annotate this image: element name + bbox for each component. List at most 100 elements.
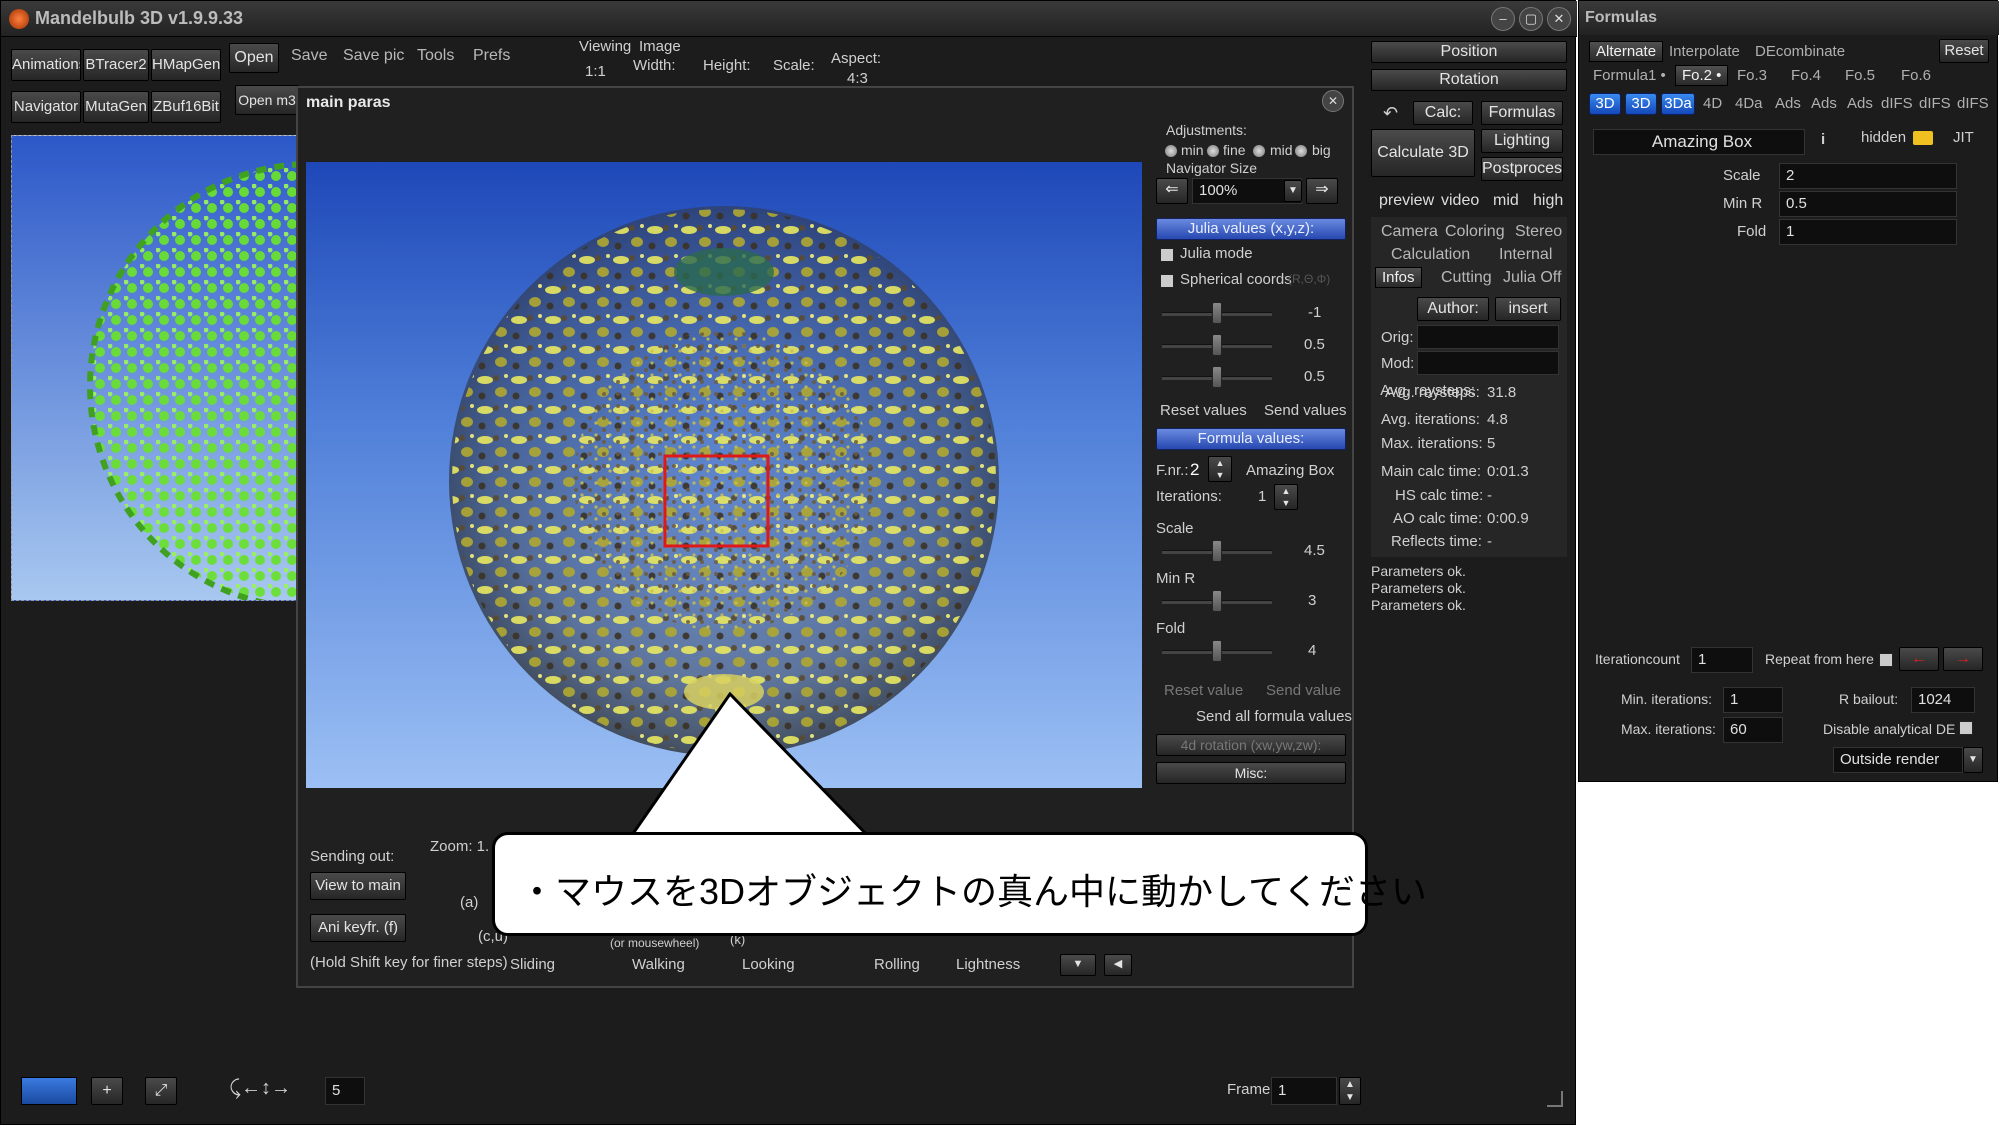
reset-value-button[interactable]: Reset value xyxy=(1164,682,1243,699)
nav-size-left-button[interactable]: ⇐ xyxy=(1156,178,1188,204)
undo-icon[interactable]: ↶ xyxy=(1383,103,1398,124)
type-difs2-button[interactable]: dIFS xyxy=(1919,95,1951,112)
chevron-down-icon[interactable]: ▼ xyxy=(1284,180,1302,202)
folder-icon[interactable] xyxy=(1913,131,1933,145)
arrow-left-icon[interactable]: ← xyxy=(1899,647,1939,671)
julia-values-header[interactable]: Julia values (x,y,z): xyxy=(1156,218,1346,240)
btracer2-button[interactable]: BTracer2 xyxy=(83,49,149,81)
select-zoom-tool-button[interactable] xyxy=(21,1077,77,1105)
main-viewport[interactable] xyxy=(11,135,299,601)
view-to-main-button[interactable]: View to main xyxy=(310,872,406,900)
param-minr-slider[interactable] xyxy=(1212,590,1222,612)
type-ads3-button[interactable]: Ads xyxy=(1847,95,1873,112)
julia-x-slider[interactable] xyxy=(1212,302,1222,324)
formulas-reset-button[interactable]: Reset xyxy=(1939,39,1989,63)
mode-walking[interactable]: Walking xyxy=(632,956,685,973)
quality-high[interactable]: high xyxy=(1533,192,1563,210)
tab-fo4[interactable]: Fo.4 xyxy=(1791,67,1821,84)
animations-button[interactable]: Animations xyxy=(11,49,81,81)
adj-min-radio[interactable] xyxy=(1164,144,1178,158)
quality-mid[interactable]: mid xyxy=(1493,192,1519,210)
resize-grip-icon[interactable] xyxy=(1547,1091,1563,1107)
type-3d-button[interactable]: 3D xyxy=(1589,93,1621,115)
navigator-button[interactable]: Navigator xyxy=(11,91,81,123)
send-all-button[interactable]: Send all formula values xyxy=(1196,708,1352,725)
calc-button[interactable]: Calc: xyxy=(1413,101,1473,125)
send-values-button[interactable]: Send values xyxy=(1264,402,1347,419)
ani-keyfr-button[interactable]: Ani keyfr. (f) xyxy=(310,914,406,942)
type-ads-button[interactable]: Ads xyxy=(1775,95,1801,112)
lighting-button[interactable]: Lighting xyxy=(1481,129,1563,153)
julia-mode-checkbox[interactable] xyxy=(1160,248,1174,262)
type-3da-button[interactable]: 3Da xyxy=(1661,93,1695,115)
fw-param-scale-field[interactable]: 2 xyxy=(1779,163,1957,189)
tab-internal[interactable]: Internal xyxy=(1499,246,1552,264)
prefs-menu[interactable]: Prefs xyxy=(473,47,510,65)
dialog-close-button[interactable]: ✕ xyxy=(1322,90,1344,112)
rotation-4d-header[interactable]: 4d rotation (xw,yw,zw): xyxy=(1156,734,1346,756)
reset-values-button[interactable]: Reset values xyxy=(1160,402,1247,419)
max-iterations-field[interactable]: 60 xyxy=(1723,717,1783,743)
tab-cutting[interactable]: Cutting xyxy=(1441,269,1492,287)
rotation-button[interactable]: Rotation xyxy=(1371,69,1567,91)
calculate-3d-button[interactable]: Calculate 3D xyxy=(1371,129,1475,177)
mode-looking[interactable]: Looking xyxy=(742,956,795,973)
hidden-label[interactable]: hidden xyxy=(1861,129,1906,146)
type-4d-button[interactable]: 4D xyxy=(1703,95,1722,112)
outside-render-chevron-down-icon[interactable]: ▼ xyxy=(1963,747,1983,773)
tab-julia-off[interactable]: Julia Off xyxy=(1503,269,1561,287)
close-button[interactable]: ✕ xyxy=(1547,7,1571,31)
min-iterations-field[interactable]: 1 xyxy=(1723,687,1783,713)
type-4da-button[interactable]: 4Da xyxy=(1735,95,1763,112)
lightness-down-button[interactable]: ▼ xyxy=(1060,954,1096,976)
iterationcount-field[interactable]: 1 xyxy=(1691,647,1753,673)
minimize-button[interactable]: – xyxy=(1491,7,1515,31)
formula-info-icon[interactable]: i xyxy=(1821,131,1825,148)
open-m3-button[interactable]: Open m3 xyxy=(235,85,299,115)
quality-preview[interactable]: preview xyxy=(1379,192,1434,210)
adj-fine-radio[interactable] xyxy=(1206,144,1220,158)
iterations-spinner[interactable]: ▲ ▼ xyxy=(1274,484,1298,510)
jit-label[interactable]: JIT xyxy=(1953,129,1974,146)
julia-z-slider[interactable] xyxy=(1212,366,1222,388)
mod-field[interactable] xyxy=(1417,351,1559,375)
misc-header[interactable]: Misc: xyxy=(1156,762,1346,784)
type-3d-alt-button[interactable]: 3D xyxy=(1625,93,1657,115)
tab-calculation[interactable]: Calculation xyxy=(1391,246,1470,264)
hmapgen-button[interactable]: HMapGen xyxy=(151,49,221,81)
spherical-coords-checkbox[interactable] xyxy=(1160,274,1174,288)
param-scale-slider[interactable] xyxy=(1212,540,1222,562)
fw-param-fold-field[interactable]: 1 xyxy=(1779,219,1957,245)
author-button[interactable]: Author: xyxy=(1417,297,1489,321)
maximize-button[interactable]: ▢ xyxy=(1519,7,1543,31)
nav-size-right-button[interactable]: ⇒ xyxy=(1306,178,1338,204)
orig-field[interactable] xyxy=(1417,325,1559,349)
tab-stereo[interactable]: Stereo xyxy=(1515,223,1562,241)
repeat-from-here-checkbox[interactable] xyxy=(1879,653,1893,667)
tab-interpolate[interactable]: Interpolate xyxy=(1669,43,1740,60)
tab-alternate[interactable]: Alternate xyxy=(1589,41,1664,62)
tools-menu[interactable]: Tools xyxy=(417,47,454,65)
type-ads2-button[interactable]: Ads xyxy=(1811,95,1837,112)
type-difs-button[interactable]: dIFS xyxy=(1881,95,1913,112)
quality-video[interactable]: video xyxy=(1441,192,1479,210)
adj-big-radio[interactable] xyxy=(1294,144,1308,158)
resize-tool-button[interactable]: ⤢ xyxy=(145,1077,177,1105)
tab-camera[interactable]: Camera xyxy=(1381,223,1438,241)
mode-sliding[interactable]: Sliding xyxy=(510,956,555,973)
tab-fo5[interactable]: Fo.5 xyxy=(1845,67,1875,84)
step-field[interactable]: 5 xyxy=(325,1077,365,1105)
postprocess-button[interactable]: Postprocess xyxy=(1481,157,1563,181)
param-fold-slider[interactable] xyxy=(1212,640,1222,662)
tab-coloring[interactable]: Coloring xyxy=(1445,223,1505,241)
open-button[interactable]: Open xyxy=(229,43,279,73)
lightness-left-button[interactable]: ◀ xyxy=(1104,954,1132,976)
formulas-button[interactable]: Formulas xyxy=(1481,101,1563,125)
zbuf16bit-button[interactable]: ZBuf16Bit xyxy=(151,91,221,123)
rbailout-field[interactable]: 1024 xyxy=(1911,687,1975,713)
arrow-right-icon[interactable]: → xyxy=(1943,647,1983,671)
save-menu[interactable]: Save xyxy=(291,47,327,65)
tab-fo3[interactable]: Fo.3 xyxy=(1737,67,1767,84)
julia-y-slider[interactable] xyxy=(1212,334,1222,356)
send-value-button[interactable]: Send value xyxy=(1266,682,1341,699)
